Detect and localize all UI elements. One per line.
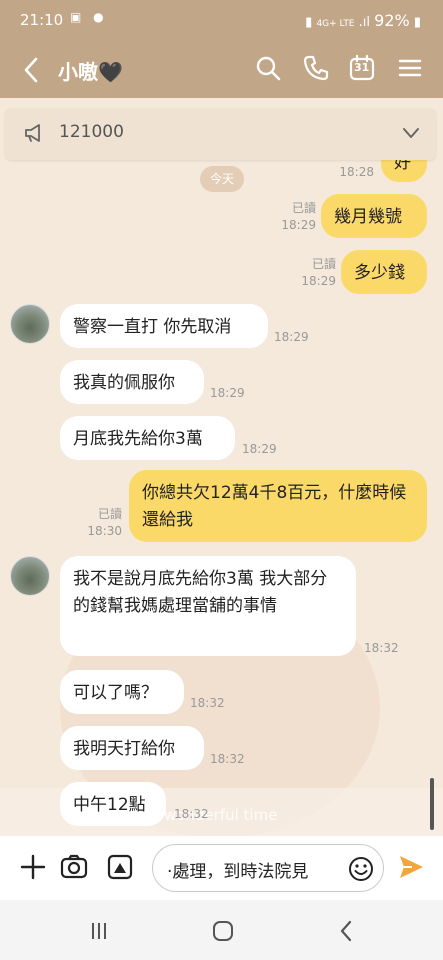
message-bubble-outgoing[interactable]: 幾月幾號 [321,194,427,238]
network-label: 4G+ LTE [316,19,355,29]
contact-avatar[interactable] [10,556,50,596]
message-time: 18:29 [242,442,277,456]
message-time: 18:29 [281,218,316,232]
message-text: 幾月幾號 [334,207,402,227]
home-icon[interactable] [210,918,236,944]
message-time: 18:30 [87,524,122,538]
message-time: 18:29 [274,330,309,344]
message-text: 警察一直打 你先取消 [73,317,232,337]
message-bubble-incoming[interactable]: 月底我先給你3萬 [60,416,235,460]
phone-icon[interactable] [302,54,330,82]
status-right: ▮ 4G+ LTE .ıl 92% ▮ [305,11,421,30]
background-caption: a wonderful time [150,806,278,824]
message-text: 可以了嗎？ [73,683,158,703]
read-receipt: 已讀 [291,201,316,215]
battery-percent: 92% [374,11,410,30]
battery-icon: ▮ [413,15,421,30]
back-icon[interactable] [22,55,42,85]
message-time: 18:29 [210,386,245,400]
calendar-day: 31 [354,61,370,74]
message-bubble-incoming[interactable]: 中午12點 [60,782,166,826]
camera-icon[interactable] [59,852,89,882]
chat-area[interactable]: a wonderful time 好 18:28 121000 今天 已讀 18… [0,98,443,836]
read-receipt: 已讀 [97,507,122,521]
message-bubble-outgoing[interactable]: 你總共欠12萬4千8百元，什麼時候還給我 [129,470,427,542]
message-composer [0,836,443,900]
chat-header: 小嗷🖤 31 [0,42,443,98]
search-icon[interactable] [254,54,282,82]
signal-icon: ▮ [305,15,317,30]
message-bubble-outgoing[interactable]: 多少錢 [341,250,427,294]
plus-icon[interactable] [18,852,48,882]
message-bubble-incoming[interactable]: 警察一直打 你先取消 [60,304,268,348]
message-time: 18:32 [190,696,225,710]
announcement-banner[interactable]: 121000 [5,108,436,160]
system-navigation-bar [0,900,443,960]
message-meta: 已讀 18:30 [76,506,122,540]
message-text: 我明天打給你 [73,739,175,759]
message-text: 我不是說月底先給你3萬 我大部分的錢幫我媽處理當舖的事情 [73,569,328,616]
message-text: 中午12點 [73,795,146,815]
signal-bars-icon: .ıl [358,15,375,30]
message-meta: 已讀 18:29 [290,256,336,290]
scrollbar[interactable] [430,778,434,830]
recent-apps-icon[interactable] [86,918,112,944]
message-time: 18:32 [364,641,399,655]
message-time: 18:29 [301,274,336,288]
message-text: 月底我先給你3萬 [73,429,203,449]
message-meta: 已讀 18:29 [270,200,316,234]
message-bubble-incoming[interactable]: 我不是說月底先給你3萬 我大部分的錢幫我媽處理當舖的事情 [60,556,356,656]
read-receipt: 已讀 [311,257,336,271]
status-bar: 21:10 ▣ ● ▮ 4G+ LTE .ıl 92% ▮ [0,0,443,42]
message-time: 18:28 [339,165,374,179]
megaphone-icon [25,124,40,142]
chat-title[interactable]: 小嗷🖤 [58,56,123,85]
message-text: 多少錢 [354,263,405,283]
chevron-down-icon[interactable] [402,122,420,144]
menu-icon[interactable] [396,54,424,82]
contact-avatar[interactable] [10,304,50,344]
message-bubble-incoming[interactable]: 可以了嗎？ [60,670,184,714]
message-input-container[interactable] [152,844,384,892]
gallery-icon[interactable] [105,852,135,882]
message-time: 18:32 [210,752,245,766]
message-bubble-incoming[interactable]: 我真的佩服你 [60,360,204,404]
message-meta: 18:28 [330,164,374,181]
emoji-icon[interactable] [347,855,375,883]
message-time: 18:32 [174,807,209,821]
send-icon[interactable] [396,852,426,882]
message-text: 我真的佩服你 [73,373,175,393]
date-separator: 今天 [200,166,245,192]
message-text: 你總共欠12萬4千8百元，什麼時候還給我 [142,483,407,530]
notification-icons: ▣ ● [70,10,108,24]
message-input[interactable] [165,855,341,883]
status-time: 21:10 [20,11,64,29]
announcement-text: 121000 [59,122,124,142]
message-bubble-incoming[interactable]: 我明天打給你 [60,726,204,770]
back-nav-icon[interactable] [334,918,360,944]
